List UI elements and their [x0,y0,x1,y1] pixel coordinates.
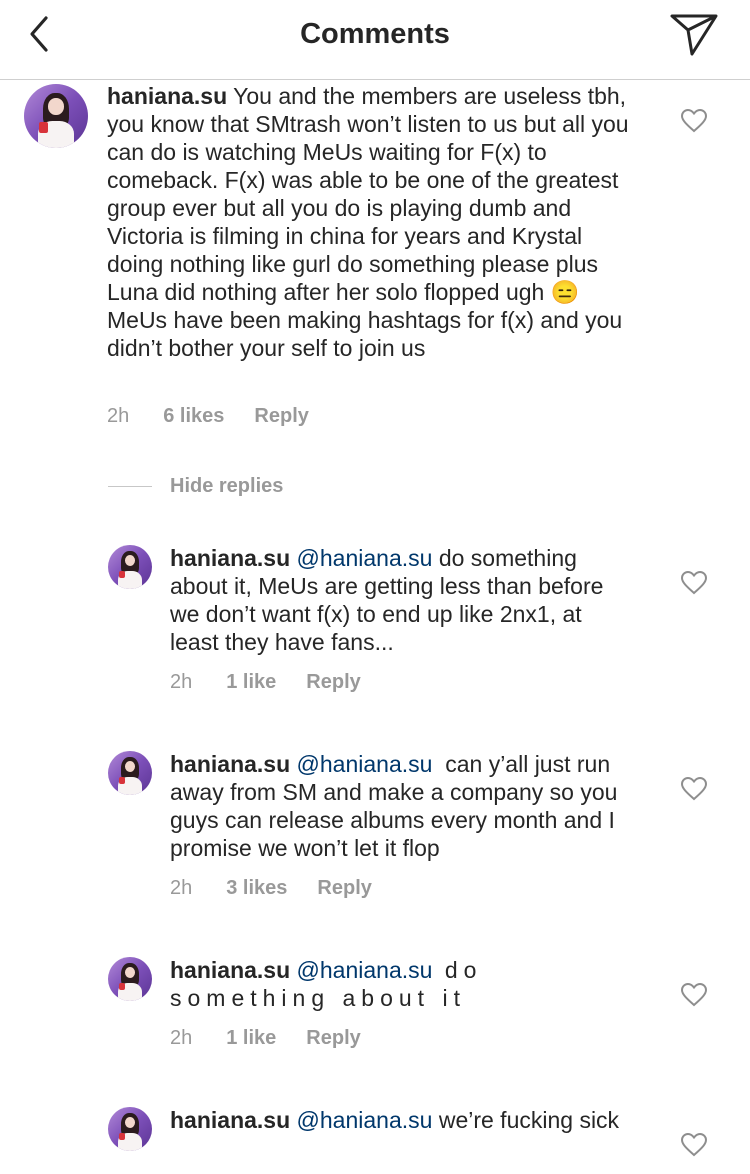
avatar[interactable] [108,1107,152,1151]
reply-body: we’re fucking sick [432,1107,620,1133]
reply-username[interactable]: haniana.su [170,751,290,777]
reply-time: 2h [170,671,193,693]
reply-button[interactable]: Reply [306,1027,360,1049]
paper-plane-icon[interactable] [668,12,720,58]
avatar[interactable] [24,84,88,148]
reply-mention[interactable]: @haniana.su [297,545,433,571]
page-title: Comments [300,18,450,50]
reply-mention[interactable]: @haniana.su [297,1107,433,1133]
hide-replies-divider [108,486,152,487]
reply-likes[interactable]: 1 like [226,671,276,693]
reply-time: 2h [170,1027,193,1049]
reply-meta: 2h 3 likes Reply [170,877,402,900]
reply-username[interactable]: haniana.su [170,1107,290,1133]
avatar[interactable] [108,545,152,589]
reply-likes[interactable]: 3 likes [226,877,287,899]
reply-mention[interactable]: @haniana.su [297,751,433,777]
comment-body: You and the members are useless tbh, you… [107,83,635,361]
like-heart-icon[interactable] [681,1133,707,1157]
reply-meta: 2h 1 like Reply [170,671,391,694]
reply-likes[interactable]: 1 like [226,1027,276,1049]
like-heart-icon[interactable] [681,983,707,1007]
header-bar: Comments [0,0,750,80]
avatar[interactable] [108,957,152,1001]
reply-button[interactable]: Reply [306,671,360,693]
reply-username[interactable]: haniana.su [170,957,290,983]
comment-meta: 2h 6 likes Reply [107,405,339,428]
comment-likes[interactable]: 6 likes [163,405,224,427]
reply-text: haniana.su @haniana.su do something abou… [170,544,630,656]
like-heart-icon[interactable] [681,109,707,133]
reply-text: haniana.su @haniana.su can y’all just ru… [170,750,630,862]
reply-username[interactable]: haniana.su [170,545,290,571]
reply-text: haniana.su @haniana.su do something abou… [170,956,640,1012]
comment-text: haniana.su You and the members are usele… [107,82,637,362]
reply-button[interactable]: Reply [317,877,371,899]
like-heart-icon[interactable] [681,777,707,801]
comment-time: 2h [107,405,130,427]
reply-text: haniana.su @haniana.su we’re fucking sic… [170,1106,630,1134]
comment-username[interactable]: haniana.su [107,83,227,109]
avatar[interactable] [108,751,152,795]
like-heart-icon[interactable] [681,571,707,595]
reply-time: 2h [170,877,193,899]
reply-button[interactable]: Reply [254,405,308,427]
reply-mention[interactable]: @haniana.su [297,957,433,983]
hide-replies-button[interactable]: Hide replies [170,475,283,498]
reply-meta: 2h 1 like Reply [170,1027,391,1050]
